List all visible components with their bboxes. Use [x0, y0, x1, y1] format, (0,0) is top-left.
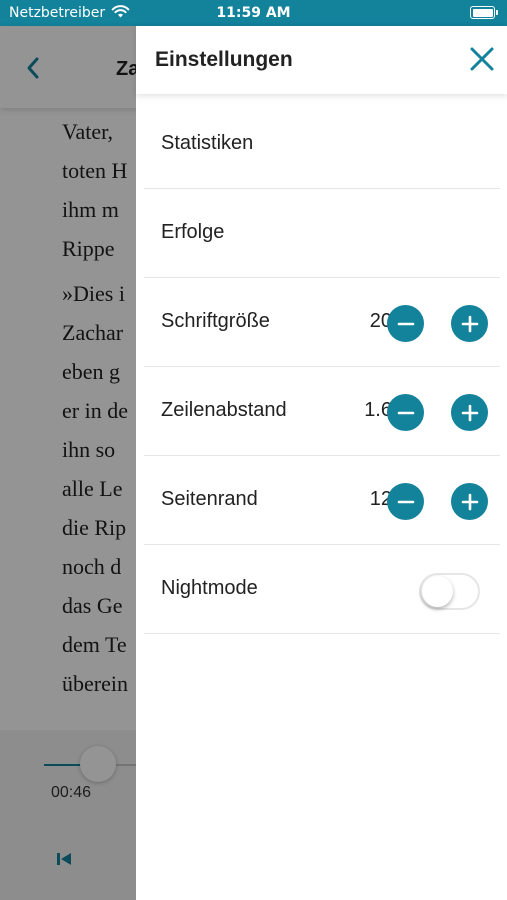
battery-icon — [470, 6, 498, 19]
settings-header: Einstellungen — [136, 26, 507, 94]
line-spacing-increase-button[interactable] — [451, 394, 488, 431]
settings-list: Statistiken Erfolge Schriftgröße 20 Zeil… — [136, 100, 507, 634]
minus-icon — [397, 411, 414, 414]
settings-title: Einstellungen — [155, 48, 293, 71]
settings-item-label: Zeilenabstand — [161, 399, 287, 421]
toggle-knob — [422, 576, 453, 607]
line-spacing-decrease-button[interactable] — [387, 394, 424, 431]
margin-increase-button[interactable] — [451, 483, 488, 520]
settings-item-nightmode: Nightmode — [144, 545, 500, 634]
settings-item-label: Seitenrand — [161, 488, 258, 510]
margin-decrease-button[interactable] — [387, 483, 424, 520]
status-bar: Netzbetreiber 11:59 AM — [0, 0, 507, 26]
minus-icon — [397, 500, 414, 503]
font-size-decrease-button[interactable] — [387, 305, 424, 342]
plus-icon — [461, 404, 478, 421]
close-icon — [470, 47, 494, 71]
settings-item-label: Nightmode — [161, 577, 258, 599]
settings-item-label: Erfolge — [161, 221, 225, 243]
settings-item-statistics[interactable]: Statistiken — [144, 100, 500, 189]
settings-item-achievements[interactable]: Erfolge — [144, 189, 500, 278]
settings-drawer: Einstellungen Statistiken Erfolge Schrif… — [136, 26, 507, 900]
plus-icon — [461, 315, 478, 332]
minus-icon — [397, 322, 414, 325]
plus-icon — [461, 493, 478, 510]
settings-item-margin: Seitenrand 12 — [144, 456, 500, 545]
font-size-increase-button[interactable] — [451, 305, 488, 342]
nightmode-toggle[interactable] — [419, 573, 480, 610]
settings-item-label: Statistiken — [161, 132, 254, 154]
settings-item-label: Schriftgröße — [161, 310, 270, 332]
close-button[interactable] — [469, 46, 495, 72]
clock: 11:59 AM — [216, 5, 291, 21]
settings-item-font-size: Schriftgröße 20 — [144, 278, 500, 367]
settings-item-line-spacing: Zeilenabstand 1.6 — [144, 367, 500, 456]
